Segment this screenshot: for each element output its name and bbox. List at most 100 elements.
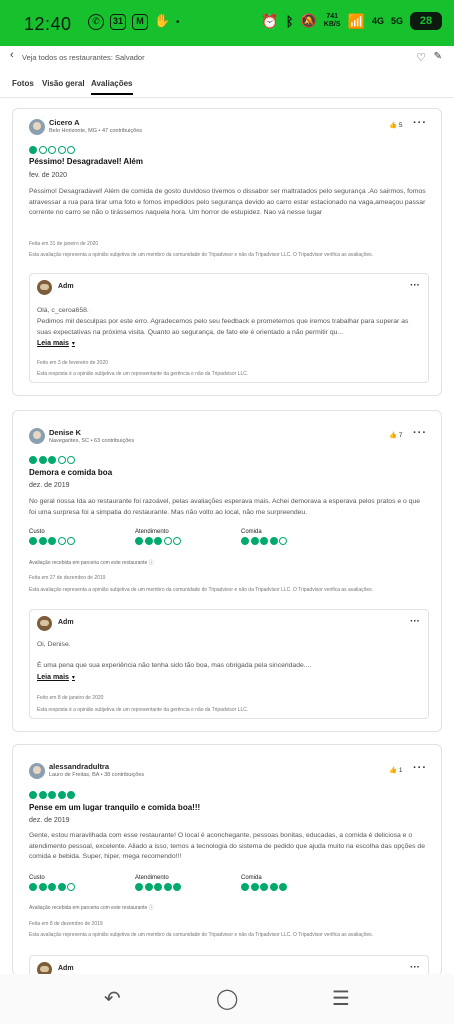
more-icon[interactable]: ··· <box>410 962 420 973</box>
subrating-label: Comida <box>241 875 262 881</box>
subrating-label: Custo <box>29 529 45 535</box>
response-greeting: Olá, c_ceroa658. <box>37 307 89 314</box>
more-icon[interactable]: ··· <box>413 117 427 129</box>
bubble-filled-icon <box>154 883 162 891</box>
bubble-filled-icon <box>250 883 259 891</box>
response-text: É uma pena que sua experiência não tenha… <box>37 662 312 669</box>
avatar[interactable] <box>29 119 45 135</box>
more-icon[interactable]: ··· <box>413 427 427 439</box>
bubble-rating <box>241 537 287 545</box>
subrating-label: Comida <box>241 529 262 535</box>
response-date: Feito em 8 de janeiro de 2020 <box>37 695 104 701</box>
bubble-filled-icon <box>57 883 66 891</box>
gmail-icon: M <box>132 14 148 30</box>
tab-reviews[interactable]: Avaliações <box>91 79 133 95</box>
bubble-filled-icon <box>48 456 56 464</box>
bubble-filled-icon <box>67 791 75 799</box>
more-icon[interactable]: ··· <box>410 280 420 291</box>
bubble-empty-icon <box>57 537 66 545</box>
bubble-filled-icon <box>250 537 259 545</box>
bubble-empty-icon <box>57 146 66 154</box>
bubble-rating <box>29 883 75 891</box>
status-bar: 12:40 ✆ 31 M ✋ • ⏰ ᛒ 🔕 741 KB/S 📶 4G 5G … <box>0 0 454 46</box>
bubble-filled-icon <box>29 537 37 545</box>
home-nav-icon[interactable]: ◯ <box>216 986 238 1011</box>
bubble-filled-icon <box>29 456 37 464</box>
subrating-label: Atendimento <box>135 529 169 535</box>
like-button[interactable]: 👍 1 <box>389 766 403 774</box>
avatar[interactable] <box>29 763 45 779</box>
like-count: 7 <box>398 432 403 439</box>
owner-response: Adm ··· Oi, Denise. É uma pena que sua e… <box>29 609 429 719</box>
bubble-empty-icon <box>163 537 172 545</box>
bubble-filled-icon <box>144 883 153 891</box>
back-link[interactable]: Veja todos os restaurantes: Salvador <box>22 53 145 62</box>
subrating-service: Atendimento <box>135 529 181 545</box>
bubble-filled-icon <box>48 883 56 891</box>
bubble-filled-icon <box>135 883 143 891</box>
bubble-empty-icon <box>67 146 75 154</box>
review-body: No geral nossa Ida ao restaurante foi ra… <box>29 498 421 516</box>
back-nav-icon[interactable]: ↶ <box>104 986 121 1011</box>
responder-name: Adm <box>58 283 74 290</box>
like-button[interactable]: 👍 7 <box>389 431 403 439</box>
thumbs-up-icon: 👍 <box>389 122 398 129</box>
bubble-empty-icon <box>279 537 287 545</box>
bubble-filled-icon <box>48 537 56 545</box>
review-title[interactable]: Pense em um lugar tranquilo e comida boa… <box>29 803 200 812</box>
like-count: 1 <box>398 767 403 774</box>
reviewer-location: Navegantes, SC • 63 contribuições <box>49 438 135 444</box>
thumbs-up-icon: 👍 <box>389 432 398 439</box>
pencil-icon[interactable]: ✎ <box>434 51 442 62</box>
bubble-filled-icon <box>269 537 278 545</box>
bubble-filled-icon <box>173 883 181 891</box>
bubble-rating <box>29 456 75 464</box>
bubble-filled-icon <box>279 883 287 891</box>
read-more-link[interactable]: Leia mais ▾ <box>37 674 75 681</box>
review-title[interactable]: Demora e comida boa <box>29 468 112 477</box>
chevron-down-icon: ▾ <box>71 675 75 681</box>
bubble-rating <box>29 537 75 545</box>
written-date: Feita em 8 de dezembro de 2019 <box>29 921 103 927</box>
mute-icon: 🔕 <box>300 13 317 28</box>
tab-overview[interactable]: Visão geral <box>42 79 85 88</box>
review-body: Gente, estou maravilhada com esse restau… <box>29 832 425 860</box>
reviewer-name[interactable]: Cicero A <box>49 118 80 127</box>
review-disclaimer: Esta avaliação representa a opinião subj… <box>29 587 374 593</box>
response-disclaimer: Esta resposta é a opinião subjetiva de u… <box>37 707 249 713</box>
partner-note: Avaliação recebida em parceria com este … <box>29 905 154 911</box>
bubble-filled-icon <box>29 791 37 799</box>
signal-4g: 4G <box>371 16 384 26</box>
reviewer-name[interactable]: alessandradultra <box>49 762 109 771</box>
review-date: fev. de 2020 <box>29 172 68 179</box>
review-card: alessandradultra Lauro de Freitas, BA • … <box>12 744 442 976</box>
reviewer-name[interactable]: Denise K <box>49 428 81 437</box>
bubble-filled-icon <box>154 537 162 545</box>
more-icon[interactable]: ··· <box>410 616 420 627</box>
subrating-label: Custo <box>29 875 45 881</box>
read-more-link[interactable]: Leia mais ▾ <box>37 340 75 347</box>
bubble-filled-icon <box>29 883 37 891</box>
bubble-empty-icon <box>173 537 181 545</box>
wifi-icon: 📶 <box>347 12 365 29</box>
signal-4g-label: 4G <box>371 16 384 26</box>
avatar[interactable] <box>29 428 45 444</box>
written-date: Feita em 31 de janeiro de 2020 <box>29 241 99 247</box>
bubble-empty-icon <box>48 146 56 154</box>
bubble-filled-icon <box>29 146 37 154</box>
recents-nav-icon[interactable]: ☰ <box>332 986 350 1011</box>
review-date: dez. de 2019 <box>29 817 70 824</box>
subrating-label: Atendimento <box>135 875 169 881</box>
network-speed: 741 KB/S <box>324 13 341 29</box>
bubble-filled-icon <box>269 883 278 891</box>
notification-icon: ✋ <box>154 13 171 28</box>
more-icon[interactable]: ··· <box>413 762 427 774</box>
like-button[interactable]: 👍 5 <box>389 121 403 129</box>
chevron-left-icon[interactable]: ‹ <box>10 49 14 61</box>
review-title[interactable]: Péssimo! Desagradavel! Além <box>29 157 143 166</box>
tab-photos[interactable]: Fotos <box>12 79 34 88</box>
bubble-filled-icon <box>38 456 47 464</box>
heart-icon[interactable]: ♡ <box>416 51 426 64</box>
review-card: Cicero A Belo Horizonte, MG • 47 contrib… <box>12 108 442 396</box>
system-nav-bar: ↶ ◯ ☰ <box>0 974 454 1024</box>
